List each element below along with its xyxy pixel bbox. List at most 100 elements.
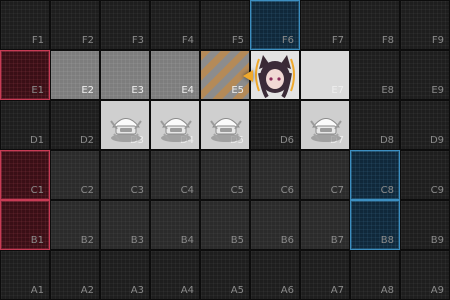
tile-label: F6: [281, 35, 294, 46]
left-arrow-icon: [243, 70, 253, 82]
tile-label: B1: [30, 235, 44, 246]
tile-a7[interactable]: A7: [300, 250, 350, 300]
cat-eared-operator-portrait-icon[interactable]: [251, 51, 299, 99]
robot-drone-icon[interactable]: [207, 107, 245, 145]
tile-label: E7: [331, 85, 344, 96]
robot-drone-icon[interactable]: [307, 107, 345, 145]
tile-c1[interactable]: C1: [0, 150, 50, 200]
tile-label: B7: [330, 235, 344, 246]
tile-label: E2: [81, 85, 94, 96]
tile-d6[interactable]: D6: [250, 100, 300, 150]
robot-drone-icon[interactable]: [157, 107, 195, 145]
tile-c8[interactable]: C8: [350, 150, 400, 200]
tile-e1[interactable]: E1: [0, 50, 50, 100]
tile-b9[interactable]: B9: [400, 200, 450, 250]
tile-d5[interactable]: D5: [200, 100, 250, 150]
tile-a8[interactable]: A8: [350, 250, 400, 300]
tile-a5[interactable]: A5: [200, 250, 250, 300]
tile-b5[interactable]: B5: [200, 200, 250, 250]
tile-label: F3: [131, 35, 144, 46]
tile-c7[interactable]: C7: [300, 150, 350, 200]
tile-label: A5: [230, 285, 244, 296]
tile-label: E8: [381, 85, 394, 96]
tile-b7[interactable]: B7: [300, 200, 350, 250]
tile-label: F1: [31, 35, 44, 46]
tile-label: E3: [131, 85, 144, 96]
tile-f9[interactable]: F9: [400, 0, 450, 50]
tile-label: C6: [280, 185, 294, 196]
tile-f1[interactable]: F1: [0, 0, 50, 50]
tile-label: E1: [31, 85, 44, 96]
tile-d1[interactable]: D1: [0, 100, 50, 150]
tile-label: B8: [380, 235, 394, 246]
tile-label: F8: [381, 35, 394, 46]
tile-a4[interactable]: A4: [150, 250, 200, 300]
tile-f5[interactable]: F5: [200, 0, 250, 50]
tile-e2[interactable]: E2: [50, 50, 100, 100]
tile-e4[interactable]: E4: [150, 50, 200, 100]
tile-label: F2: [81, 35, 94, 46]
tile-f7[interactable]: F7: [300, 0, 350, 50]
tile-a1[interactable]: A1: [0, 250, 50, 300]
tile-f2[interactable]: F2: [50, 0, 100, 50]
tile-d2[interactable]: D2: [50, 100, 100, 150]
tile-e3[interactable]: E3: [100, 50, 150, 100]
tile-e7[interactable]: E7: [300, 50, 350, 100]
tile-a9[interactable]: A9: [400, 250, 450, 300]
tile-c3[interactable]: C3: [100, 150, 150, 200]
tile-label: B9: [430, 235, 444, 246]
tile-c5[interactable]: C5: [200, 150, 250, 200]
tile-d8[interactable]: D8: [350, 100, 400, 150]
tile-e8[interactable]: E8: [350, 50, 400, 100]
tile-a6[interactable]: A6: [250, 250, 300, 300]
tile-label: B6: [280, 235, 294, 246]
tile-c6[interactable]: C6: [250, 150, 300, 200]
tile-label: C9: [430, 185, 444, 196]
robot-drone-icon[interactable]: [107, 107, 145, 145]
tile-label: C5: [230, 185, 244, 196]
tile-label: A8: [380, 285, 394, 296]
tile-label: A7: [330, 285, 344, 296]
tile-a3[interactable]: A3: [100, 250, 150, 300]
tile-e9[interactable]: E9: [400, 50, 450, 100]
tile-d3[interactable]: D3: [100, 100, 150, 150]
tile-b3[interactable]: B3: [100, 200, 150, 250]
tile-a2[interactable]: A2: [50, 250, 100, 300]
tile-label: A9: [430, 285, 444, 296]
tile-label: B3: [130, 235, 144, 246]
tile-label: F5: [231, 35, 244, 46]
tile-b4[interactable]: B4: [150, 200, 200, 250]
tile-label: B4: [180, 235, 194, 246]
tile-f3[interactable]: F3: [100, 0, 150, 50]
tile-label: C1: [30, 185, 44, 196]
tile-label: F9: [431, 35, 444, 46]
tile-d7[interactable]: D7: [300, 100, 350, 150]
tile-label: A3: [130, 285, 144, 296]
tile-c4[interactable]: C4: [150, 150, 200, 200]
tile-b2[interactable]: B2: [50, 200, 100, 250]
tile-d4[interactable]: D4: [150, 100, 200, 150]
tile-c2[interactable]: C2: [50, 150, 100, 200]
tile-e6[interactable]: [250, 50, 300, 100]
tile-label: A2: [80, 285, 94, 296]
tile-label: D9: [429, 135, 444, 146]
tile-label: C8: [380, 185, 394, 196]
tile-label: D6: [279, 135, 294, 146]
tile-label: C2: [80, 185, 94, 196]
tile-d9[interactable]: D9: [400, 100, 450, 150]
tile-b1[interactable]: B1: [0, 200, 50, 250]
tile-label: D8: [379, 135, 394, 146]
tile-label: D2: [79, 135, 94, 146]
tile-label: C3: [130, 185, 144, 196]
tile-f6[interactable]: F6: [250, 0, 300, 50]
tile-label: B2: [80, 235, 94, 246]
tile-f8[interactable]: F8: [350, 0, 400, 50]
tile-label: C4: [180, 185, 194, 196]
tile-label: E9: [431, 85, 444, 96]
game-board: F1 F2 F3 F4 F5 F6 F7 F8 F9 E1 E2 E3 E4 E5 E7 E8 E9 D1 D2 D…: [0, 0, 450, 300]
tile-b8[interactable]: B8: [350, 200, 400, 250]
tile-f4[interactable]: F4: [150, 0, 200, 50]
tile-c9[interactable]: C9: [400, 150, 450, 200]
tile-b6[interactable]: B6: [250, 200, 300, 250]
tile-label: E4: [181, 85, 194, 96]
